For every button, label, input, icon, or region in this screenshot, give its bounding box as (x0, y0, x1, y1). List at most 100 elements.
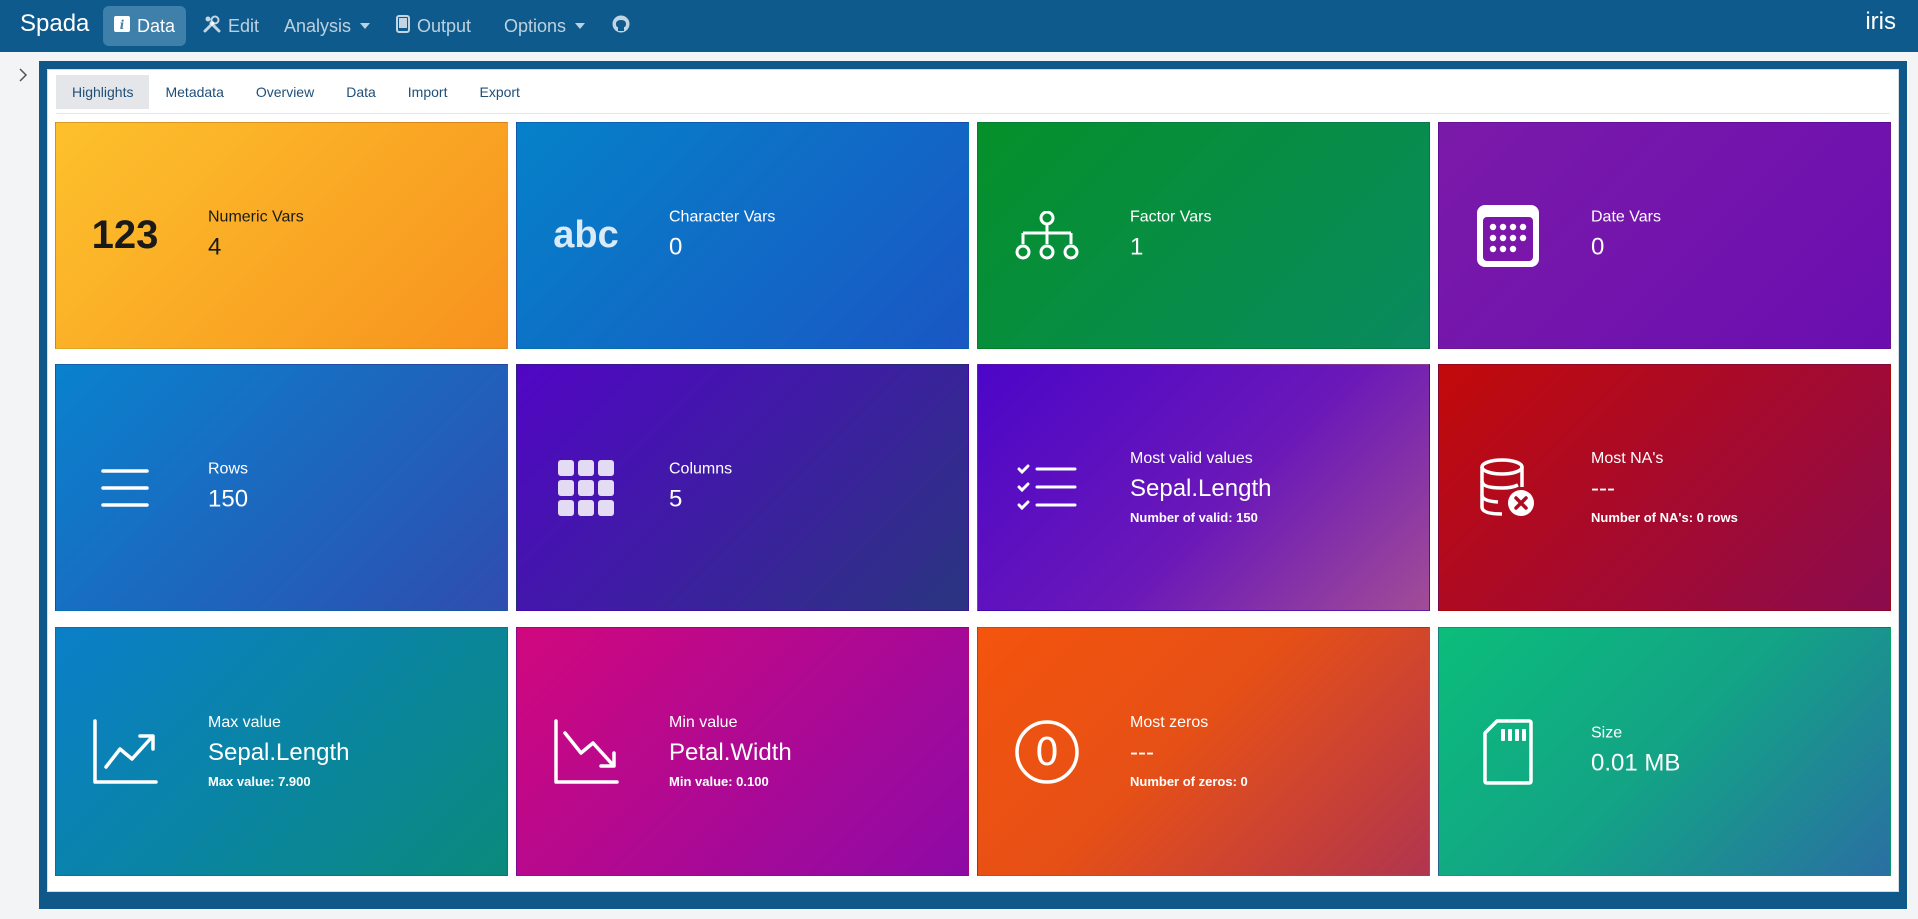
database-x-icon (1473, 453, 1543, 523)
nav-output[interactable]: Output (385, 6, 482, 46)
card-label: Columns (669, 460, 733, 477)
card-label: Date Vars (1591, 208, 1661, 225)
card-min-value-text: Min value Petal.Width Min value: 0.100 (669, 713, 792, 791)
card-value: Sepal.Length (208, 738, 350, 766)
main-frame: Highlights Metadata Overview Data Import… (39, 61, 1907, 909)
nav-data-label: Data (137, 15, 176, 36)
nav-data[interactable]: i Data (103, 6, 187, 46)
card-columns: Columns 5 (516, 364, 969, 611)
card-subtext: Number of valid: 150 (1130, 509, 1258, 525)
card-numeric-text: Numeric Vars 4 (208, 207, 304, 264)
card-value: Petal.Width (669, 738, 792, 766)
bars-icon (90, 453, 160, 523)
sidebar-toggle[interactable] (14, 66, 32, 88)
card-value: 0.01 MB (1591, 749, 1681, 776)
card-label: Max value (208, 713, 281, 731)
info-icon: i (114, 15, 130, 37)
card-rows: Rows 150 (55, 364, 508, 611)
card-subtext: Max value: 7.900 (208, 773, 311, 789)
card-most-na-text: Most NA's --- Number of NA's: 0 rows (1591, 449, 1738, 527)
tab-divider (56, 113, 1890, 114)
nav-analysis[interactable]: Analysis (273, 6, 381, 46)
calendar-icon (1473, 201, 1543, 271)
card-subtext: Number of zeros: 0 (1130, 773, 1248, 789)
character-abc-icon: abc (551, 201, 621, 271)
card-numeric-vars: 123 Numeric Vars 4 (55, 122, 508, 349)
caret-down-icon (360, 23, 371, 29)
tab-metadata[interactable]: Metadata (149, 75, 239, 109)
card-value: --- (1130, 738, 1154, 766)
tab-overview[interactable]: Overview (240, 75, 330, 109)
nav-options[interactable]: Options (493, 6, 596, 46)
zero-circle-icon: 0 (1012, 717, 1082, 787)
card-label: Factor Vars (1130, 208, 1212, 225)
card-value: 0 (669, 233, 683, 260)
card-max-value-text: Max value Sepal.Length Max value: 7.900 (208, 713, 349, 791)
caret-down-icon (575, 23, 586, 29)
tab-highlights[interactable]: Highlights (56, 75, 150, 109)
nav-edit-label: Edit (228, 15, 260, 36)
card-min-value: Min value Petal.Width Min value: 0.100 (516, 627, 969, 876)
card-date-vars: Date Vars 0 (1438, 122, 1891, 349)
nav-analysis-label: Analysis (284, 15, 352, 36)
grid-icon (551, 453, 621, 523)
tab-export[interactable]: Export (463, 75, 535, 109)
card-most-zeros-text: Most zeros --- Number of zeros: 0 (1130, 713, 1248, 791)
card-columns-text: Columns 5 (669, 459, 732, 516)
card-subtext: Number of NA's: 0 rows (1591, 509, 1738, 525)
card-label: Most valid values (1130, 449, 1253, 467)
card-value: 0 (1591, 233, 1605, 260)
tools-icon (203, 15, 221, 38)
card-label: Min value (669, 713, 738, 731)
chart-up-icon (90, 717, 160, 787)
tablet-icon (396, 14, 410, 38)
sitemap-icon (1012, 201, 1082, 271)
svg-text:i: i (120, 18, 125, 32)
card-value: 5 (669, 485, 683, 512)
app-brand[interactable]: Spada (20, 10, 89, 38)
card-subtext: Min value: 0.100 (669, 773, 769, 789)
card-size: Size 0.01 MB (1438, 627, 1891, 876)
nav-edit[interactable]: Edit (192, 6, 270, 46)
card-most-na: Most NA's --- Number of NA's: 0 rows (1438, 364, 1891, 611)
card-value: 150 (208, 485, 249, 512)
card-date-text: Date Vars 0 (1591, 207, 1661, 264)
tab-bar: Highlights Metadata Overview Data Import… (56, 75, 536, 109)
card-label: Rows (208, 460, 249, 477)
card-factor-text: Factor Vars 1 (1130, 207, 1212, 264)
svg-text:0: 0 (1035, 730, 1059, 774)
card-character-text: Character Vars 0 (669, 207, 775, 264)
tab-data[interactable]: Data (330, 75, 392, 109)
numeric-123-icon: 123 (90, 201, 160, 271)
card-most-valid: Most valid values Sepal.Length Number of… (977, 364, 1430, 611)
card-max-value: Max value Sepal.Length Max value: 7.900 (55, 627, 508, 876)
card-value: 4 (208, 233, 222, 260)
card-value: --- (1591, 474, 1615, 502)
card-size-text: Size 0.01 MB (1591, 723, 1680, 780)
nav-output-label: Output (417, 15, 472, 36)
card-rows-text: Rows 150 (208, 459, 248, 516)
sd-card-icon (1473, 717, 1543, 787)
numeric-icon-text: 123 (91, 213, 159, 257)
card-label: Size (1591, 724, 1623, 741)
card-label: Most NA's (1591, 449, 1664, 467)
github-link[interactable] (600, 6, 642, 46)
character-icon-text: abc (553, 214, 619, 256)
chevron-right-icon (18, 67, 28, 87)
tab-import[interactable]: Import (392, 75, 464, 109)
highlights-panel: Highlights Metadata Overview Data Import… (47, 69, 1899, 892)
card-label: Numeric Vars (208, 208, 304, 225)
nav-options-label: Options (504, 15, 567, 36)
dataset-name: iris (1865, 8, 1896, 35)
card-label: Most zeros (1130, 713, 1209, 731)
card-factor-vars: Factor Vars 1 (977, 122, 1430, 349)
card-label: Character Vars (669, 208, 776, 225)
card-value: Sepal.Length (1130, 474, 1272, 502)
card-most-valid-text: Most valid values Sepal.Length Number of… (1130, 449, 1271, 527)
chart-down-icon (551, 717, 621, 787)
card-value: 1 (1130, 233, 1144, 260)
checklist-icon (1012, 453, 1082, 523)
github-icon (611, 14, 631, 39)
card-character-vars: abc Character Vars 0 (516, 122, 969, 349)
card-most-zeros: 0 Most zeros --- Number of zeros: 0 (977, 627, 1430, 876)
